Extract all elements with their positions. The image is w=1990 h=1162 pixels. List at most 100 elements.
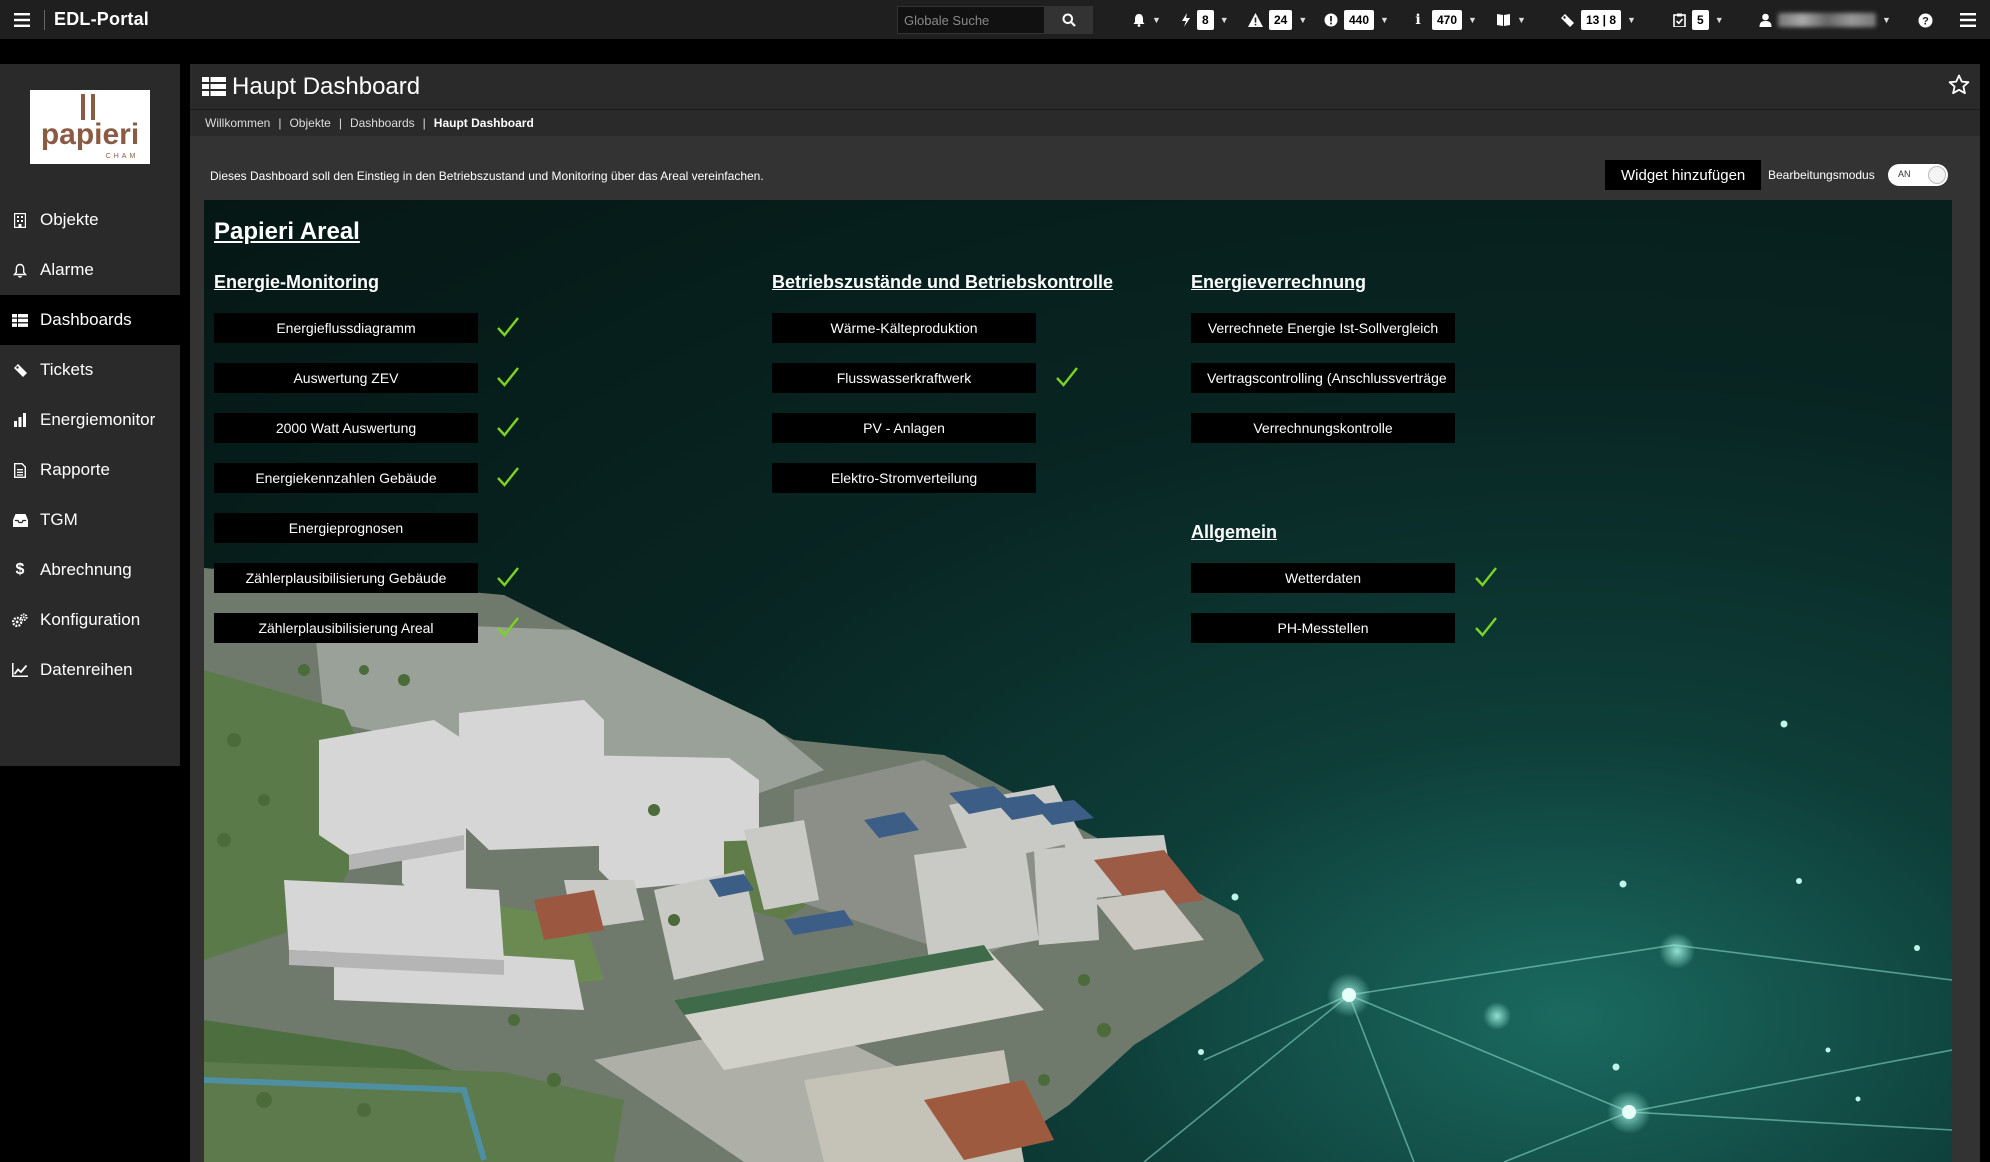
user-icon: [1759, 13, 1772, 27]
bolt-icon: [1182, 13, 1190, 27]
tile-ph-messtellen[interactable]: PH-Messtellen: [1191, 613, 1455, 643]
sidebar-item-dashboards[interactable]: Dashboards: [0, 295, 180, 345]
info-icon: i: [1415, 12, 1421, 28]
section-title-energie-monitoring[interactable]: Energie-Monitoring: [214, 272, 379, 293]
dashboard-canvas: Papieri Areal Energie-Monitoring Energie…: [204, 200, 1952, 1162]
dashboard-description: Dieses Dashboard soll den Einstieg in de…: [210, 169, 764, 183]
main-content: Haupt Dashboard Willkommen | Objekte | D…: [190, 64, 1980, 1162]
book-icon: [1497, 14, 1510, 26]
bar-chart-icon: [12, 412, 28, 428]
sidebar-item-label: Datenreihen: [40, 660, 133, 679]
section-title-energieverrechnung[interactable]: Energieverrechnung: [1191, 272, 1366, 293]
sidebar-item-datenreihen[interactable]: Datenreihen: [0, 645, 180, 695]
favorite-star-icon[interactable]: [1948, 74, 1970, 101]
info-count-badge: 470: [1432, 10, 1463, 30]
sidebar-item-abrechnung[interactable]: $ Abrechnung: [0, 545, 180, 595]
tile-zaehlerplausibilisierung-areal[interactable]: Zählerplausibilisierung Areal: [214, 613, 478, 643]
breadcrumb-item-willkommen[interactable]: Willkommen: [205, 116, 270, 130]
chevron-down-icon: ▼: [1152, 15, 1161, 25]
chevron-down-icon: ▼: [1380, 15, 1389, 25]
global-search: [897, 6, 1093, 34]
help-button[interactable]: ?: [1918, 8, 1933, 32]
sidebar: papieri CHAM Objekte Alarme Dashboards T…: [0, 64, 180, 766]
sidebar-item-label: Tickets: [40, 360, 94, 379]
messages-menu[interactable]: ▼: [1496, 8, 1526, 32]
user-name-redacted: [1778, 13, 1876, 27]
tile-waerme-kaelteproduktion[interactable]: Wärme-Kälteproduktion: [772, 313, 1036, 343]
chevron-down-icon: ▼: [1714, 15, 1724, 25]
user-menu[interactable]: ▼: [1759, 8, 1891, 32]
sidebar-item-konfiguration[interactable]: Konfiguration: [0, 595, 180, 645]
tickets-menu[interactable]: 13 | 8 ▼: [1560, 8, 1636, 32]
status-check-icon: [1475, 567, 1497, 587]
sidebar-item-tgm[interactable]: TGM: [0, 495, 180, 545]
breadcrumb-item-objekte[interactable]: Objekte: [289, 116, 330, 130]
tile-wetterdaten[interactable]: Wetterdaten: [1191, 563, 1455, 593]
tile-verrechnete-energie[interactable]: Verrechnete Energie Ist-Sollvergleich: [1191, 313, 1455, 343]
chevron-down-icon: ▼: [1219, 15, 1229, 25]
sidebar-item-energiemonitor[interactable]: Energiemonitor: [0, 395, 180, 445]
inbox-icon: [12, 512, 28, 528]
tile-energieprognosen[interactable]: Energieprognosen: [214, 513, 478, 543]
edit-mode-label: Bearbeitungsmodus: [1768, 168, 1875, 182]
tile-energiekennzahlen-gebaeude[interactable]: Energiekennzahlen Gebäude: [214, 463, 478, 493]
sidebar-item-label: Energiemonitor: [40, 410, 156, 429]
errors-menu[interactable]: 440 ▼: [1324, 8, 1389, 32]
info-menu[interactable]: i 470 ▼: [1410, 8, 1477, 32]
ticket-icon: [12, 362, 28, 378]
add-widget-button[interactable]: Widget hinzufügen: [1605, 160, 1762, 190]
dollar-icon: $: [15, 561, 25, 578]
sidebar-item-objekte[interactable]: Objekte: [0, 195, 180, 245]
tile-auswertung-zev[interactable]: Auswertung ZEV: [214, 363, 478, 393]
sidebar-item-rapporte[interactable]: Rapporte: [0, 445, 180, 495]
warnings-menu[interactable]: 24 ▼: [1248, 8, 1307, 32]
breadcrumb-separator: |: [278, 116, 282, 130]
tile-energieflussdiagramm[interactable]: Energieflussdiagramm: [214, 313, 478, 343]
section-title-allgemein[interactable]: Allgemein: [1191, 522, 1277, 543]
edit-mode-state: AN: [1898, 169, 1911, 179]
sidebar-item-label: Objekte: [40, 210, 99, 229]
sidebar-nav: Objekte Alarme Dashboards Tickets Energi…: [0, 195, 180, 695]
gears-icon: [12, 612, 28, 628]
sidebar-item-label: Alarme: [40, 260, 94, 279]
sidebar-item-label: Dashboards: [40, 310, 132, 329]
error-count-badge: 440: [1344, 10, 1375, 30]
search-button[interactable]: [1045, 6, 1093, 34]
sidebar-item-tickets[interactable]: Tickets: [0, 345, 180, 395]
search-icon: [1062, 13, 1076, 27]
building-icon: [12, 212, 28, 228]
energy-alerts-menu[interactable]: 8 ▼: [1181, 8, 1229, 32]
breadcrumb-item-current: Haupt Dashboard: [433, 116, 534, 130]
sidebar-item-alarme[interactable]: Alarme: [0, 245, 180, 295]
tile-pv-anlagen[interactable]: PV - Anlagen: [772, 413, 1036, 443]
tile-vertragscontrolling[interactable]: Vertragscontrolling (Anschlussverträge: [1191, 363, 1455, 393]
breadcrumb: Willkommen | Objekte | Dashboards | Haup…: [190, 110, 1980, 136]
status-check-icon: [1056, 367, 1078, 387]
status-check-icon: [497, 417, 519, 437]
tile-elektro-stromverteilung[interactable]: Elektro-Stromverteilung: [772, 463, 1036, 493]
tasks-menu[interactable]: 5 ▼: [1673, 8, 1724, 32]
bell-icon: [12, 262, 28, 278]
tile-2000-watt-auswertung[interactable]: 2000 Watt Auswertung: [214, 413, 478, 443]
app-title[interactable]: EDL-Portal: [54, 9, 149, 30]
tile-zaehlerplausibilisierung-gebaeude[interactable]: Zählerplausibilisierung Gebäude: [214, 563, 478, 593]
tile-flusswasserkraftwerk[interactable]: Flusswasserkraftwerk: [772, 363, 1036, 393]
edit-mode-toggle[interactable]: AN: [1888, 164, 1948, 186]
tile-verrechnungskontrolle[interactable]: Verrechnungskontrolle: [1191, 413, 1455, 443]
menu-icon: [1960, 13, 1976, 27]
notifications-menu[interactable]: ▼: [1132, 8, 1161, 32]
tickets-count-badge: 13 | 8: [1581, 10, 1622, 30]
dashboard-heading[interactable]: Papieri Areal: [214, 218, 360, 246]
breadcrumb-item-dashboards[interactable]: Dashboards: [350, 116, 415, 130]
papieri-logo[interactable]: papieri CHAM: [30, 90, 150, 164]
section-title-betriebszustaende[interactable]: Betriebszustände und Betriebskontrolle: [772, 272, 1113, 293]
exclamation-circle-icon: [1324, 13, 1338, 27]
chevron-down-icon: ▼: [1298, 15, 1308, 25]
grid-icon: [12, 312, 28, 328]
dashboard-grid-icon: [202, 77, 226, 96]
status-check-icon: [497, 367, 519, 387]
search-input[interactable]: [897, 6, 1045, 34]
chevron-down-icon: ▼: [1468, 15, 1477, 25]
menu-toggle-icon[interactable]: [0, 0, 44, 40]
side-menu-button[interactable]: [1960, 8, 1976, 32]
